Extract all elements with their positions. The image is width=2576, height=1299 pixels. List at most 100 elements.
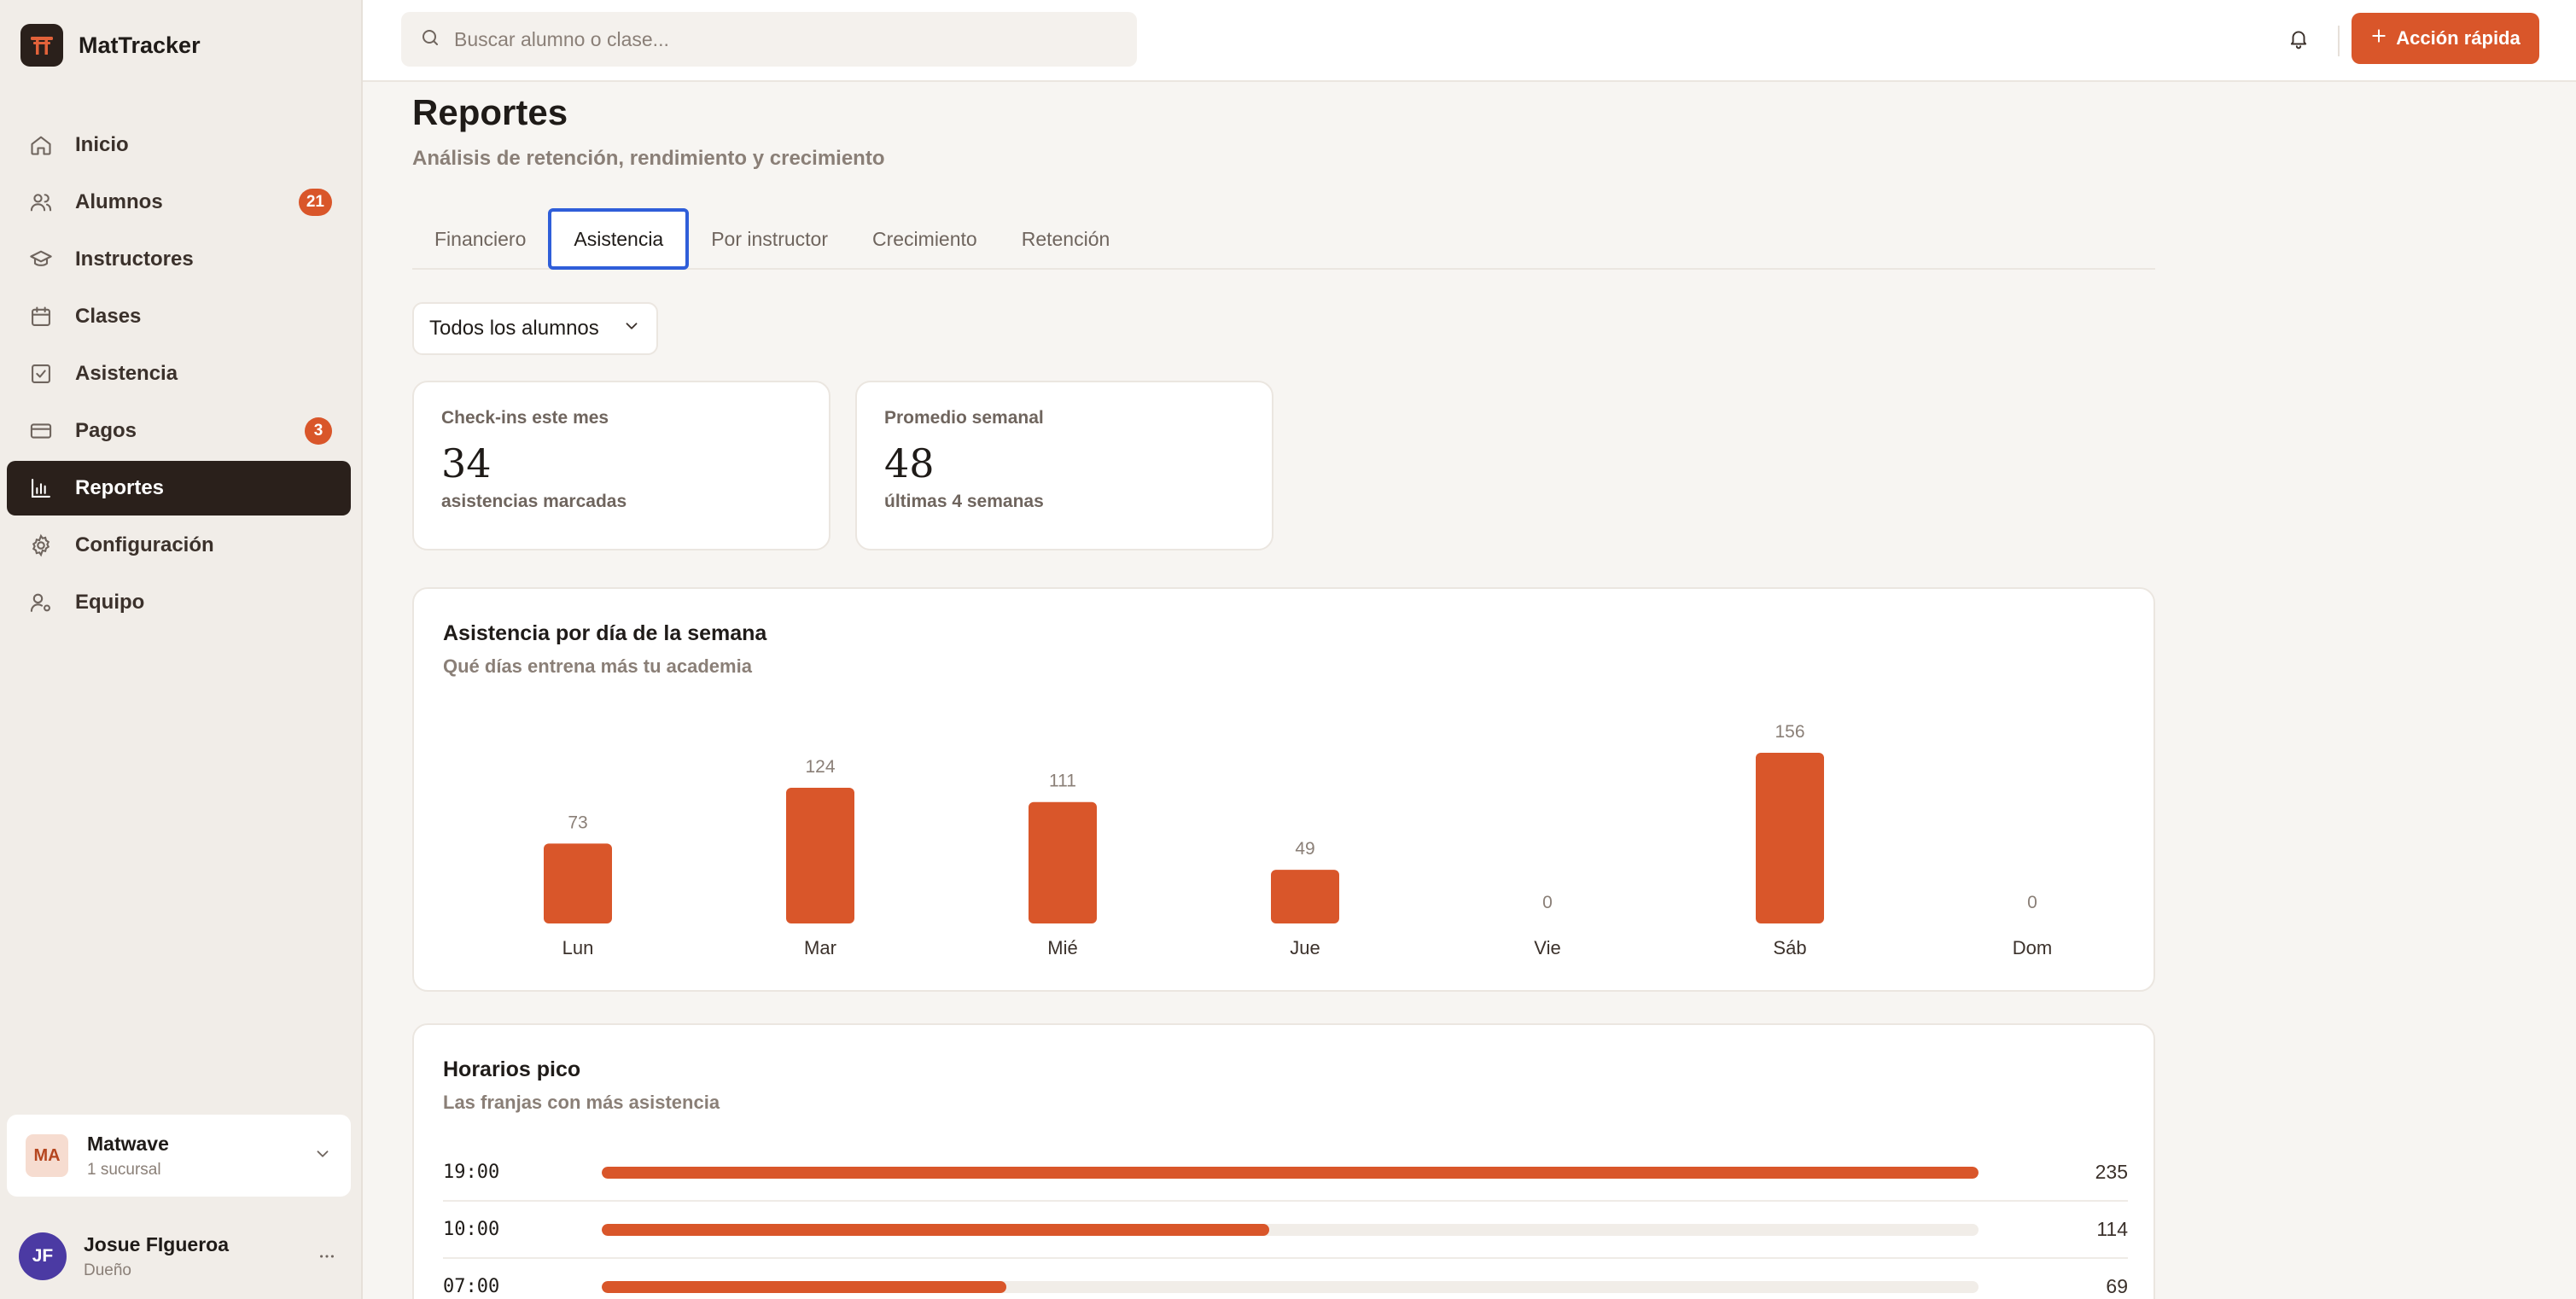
brand-name: MatTracker [79, 32, 201, 58]
stat-card-weekly-average: Promedio semanal 48 últimas 4 semanas [855, 381, 1273, 550]
peak-hour-value: 69 [2106, 1275, 2128, 1297]
peak-hour-value: 114 [2096, 1218, 2128, 1240]
peak-hours-card: Horarios pico Las franjas con más asiste… [412, 1023, 2155, 1299]
alumnos-count-badge: 21 [298, 189, 332, 216]
peak-hour-row: 19:00 235 [443, 1145, 2128, 1202]
search-icon [420, 27, 440, 52]
x-tick-label: Vie [1534, 937, 1560, 958]
peak-hours-list: 19:00 235 10:00 114 07:00 69 [443, 1145, 2128, 1299]
stat-label: Promedio semanal [884, 408, 1044, 428]
sidebar-item-instructores[interactable]: Instructores [7, 232, 351, 287]
x-tick-label: Mar [804, 937, 836, 958]
user-cog-icon [27, 589, 55, 616]
app-root: MatTracker Inicio Alumnos 21 Instructore… [0, 0, 2576, 1299]
workspace-avatar: MA [26, 1134, 68, 1177]
tab-por-instructor[interactable]: Por instructor [689, 208, 850, 270]
sidebar-item-label: Reportes [75, 476, 165, 499]
bar-Mar [786, 788, 854, 923]
bar-Mié [1029, 801, 1097, 923]
graduation-cap-icon [27, 246, 55, 273]
workspace-branches: 1 sucursal [87, 1160, 161, 1179]
tab-crecimiento[interactable]: Crecimiento [850, 208, 1000, 270]
brand[interactable]: MatTracker [20, 24, 201, 67]
bar-Sáb [1756, 753, 1824, 923]
weekday-bar-chart: 73 Lun 124 Mar 111 Mié 49 Jue 0 Vie 156 Sáb 0 Dom [544, 722, 2052, 958]
sidebar-item-pagos[interactable]: Pagos 3 [7, 404, 351, 458]
peak-hour-fill [602, 1280, 1007, 1293]
quick-action-label: Acción rápida [2396, 27, 2521, 49]
stat-label: Check-ins este mes [441, 408, 609, 428]
stat-card-checkins: Check-ins este mes 34 asistencias marcad… [412, 381, 830, 550]
bar-data-label: 0 [2027, 893, 2037, 912]
topbar: Acción rápida [363, 0, 2576, 82]
user-profile[interactable]: JF Josue FIgueroa Dueño [19, 1232, 344, 1280]
check-square-icon [27, 360, 55, 387]
stat-value: 34 [441, 440, 492, 486]
stat-value: 48 [884, 440, 935, 486]
sidebar-item-alumnos[interactable]: Alumnos 21 [7, 175, 351, 230]
peak-hour-time: 19:00 [443, 1162, 500, 1183]
card-title: Horarios pico [443, 1057, 581, 1081]
bar-data-label: 156 [1775, 722, 1804, 742]
sidebar-item-label: Configuración [75, 533, 214, 556]
stat-caption: últimas 4 semanas [884, 492, 1044, 511]
tab-retencion[interactable]: Retención [1000, 208, 1133, 270]
peak-hour-value: 235 [2095, 1161, 2128, 1183]
chevron-down-icon [313, 1145, 332, 1168]
sidebar-item-equipo[interactable]: Equipo [7, 575, 351, 630]
sidebar-item-label: Inicio [75, 133, 129, 156]
x-tick-label: Jue [1290, 937, 1320, 958]
topbar-divider [2338, 26, 2340, 56]
calendar-icon [27, 303, 55, 330]
user-info: Josue FIgueroa Dueño [84, 1233, 310, 1280]
search-box[interactable] [401, 12, 1137, 67]
x-tick-label: Mié [1047, 937, 1077, 958]
bell-icon[interactable] [2281, 20, 2317, 56]
quick-action-button[interactable]: Acción rápida [2352, 13, 2539, 64]
peak-hour-row: 10:00 114 [443, 1202, 2128, 1259]
workspace-info: Matwave 1 sucursal [87, 1133, 313, 1180]
x-tick-label: Lun [562, 937, 594, 958]
search-input[interactable] [454, 27, 1137, 51]
gear-icon [27, 532, 55, 559]
users-icon [27, 189, 55, 216]
sidebar-item-label: Asistencia [75, 362, 178, 385]
page-subtitle: Análisis de retención, rendimiento y cre… [412, 147, 885, 170]
bar-Lun [544, 843, 612, 923]
sidebar-item-label: Clases [75, 305, 142, 328]
peak-hour-fill [602, 1223, 1270, 1236]
pagos-count-badge: 3 [305, 417, 332, 445]
sidebar-item-asistencia[interactable]: Asistencia [7, 347, 351, 401]
sidebar-item-label: Pagos [75, 419, 137, 442]
user-role: Dueño [84, 1261, 131, 1279]
sidebar-item-label: Instructores [75, 248, 194, 271]
student-filter-select[interactable]: Todos los alumnos [412, 302, 658, 355]
weekday-attendance-card: Asistencia por día de la semana Qué días… [412, 587, 2155, 992]
sidebar-item-clases[interactable]: Clases [7, 289, 351, 344]
x-tick-label: Sáb [1773, 937, 1806, 958]
avatar: JF [19, 1232, 67, 1280]
chevron-down-icon [622, 317, 641, 341]
page-title: Reportes [412, 92, 568, 132]
sidebar-item-label: Equipo [75, 591, 145, 614]
report-tabs: Financiero Asistencia Por instructor Cre… [412, 208, 2155, 270]
sidebar-item-label: Alumnos [75, 190, 163, 213]
x-tick-label: Dom [2013, 937, 2052, 958]
sidebar-item-inicio[interactable]: Inicio [7, 118, 351, 172]
peak-hour-track [602, 1223, 1979, 1236]
sidebar: MatTracker Inicio Alumnos 21 Instructore… [0, 0, 363, 1299]
tab-financiero[interactable]: Financiero [412, 208, 548, 270]
bar-chart-icon [27, 475, 55, 502]
bar-data-label: 49 [1295, 839, 1314, 859]
sidebar-item-configuracion[interactable]: Configuración [7, 518, 351, 573]
tab-asistencia[interactable]: Asistencia [548, 208, 690, 270]
workspace-name: Matwave [87, 1132, 169, 1155]
more-options-icon[interactable] [310, 1239, 344, 1273]
peak-hour-time: 10:00 [443, 1219, 500, 1240]
sidebar-item-reportes[interactable]: Reportes [7, 461, 351, 516]
main-content: Acción rápida Reportes Análisis de reten… [363, 0, 2576, 1299]
card-subtitle: Las franjas con más asistencia [443, 1092, 720, 1113]
workspace-switcher[interactable]: MA Matwave 1 sucursal [7, 1115, 351, 1197]
bar-data-label: 124 [805, 757, 835, 777]
home-icon [27, 131, 55, 159]
